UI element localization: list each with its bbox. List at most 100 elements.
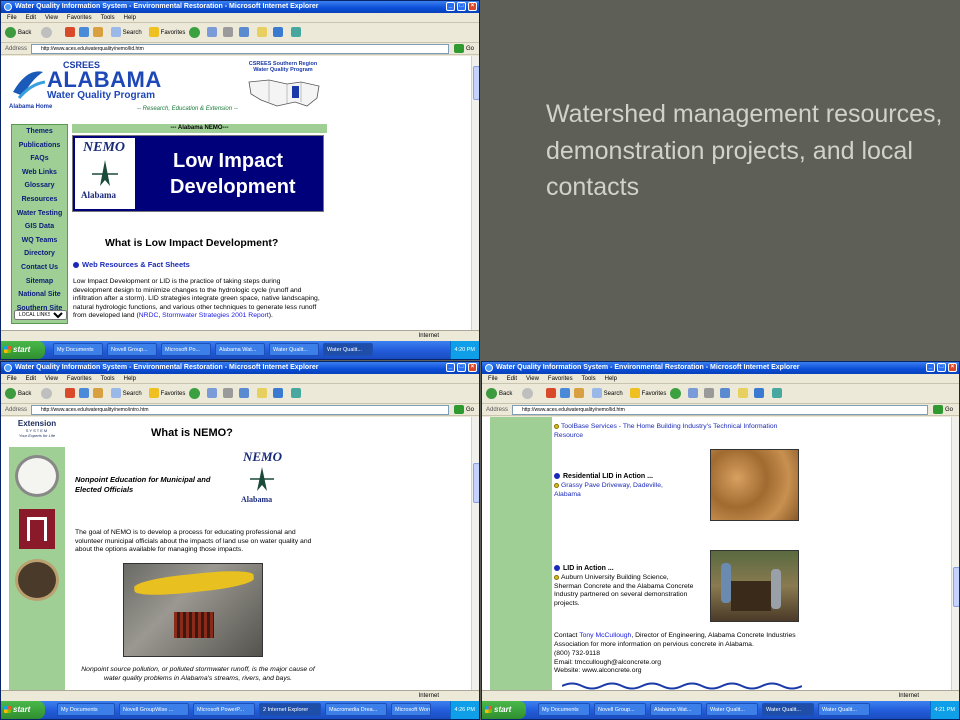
back-button[interactable]: Back xyxy=(486,388,512,400)
menu-view[interactable]: View xyxy=(45,376,58,382)
task-button[interactable]: My Documents xyxy=(57,703,115,716)
task-button[interactable]: 2 Internet Explorer xyxy=(259,703,321,716)
task-button[interactable]: Macromedia Drea... xyxy=(325,703,387,716)
nav-national-site[interactable]: National Site xyxy=(12,288,67,302)
nav-glossary[interactable]: Glossary xyxy=(12,179,67,193)
task-button[interactable]: Water Qualit... xyxy=(818,703,870,716)
maximize-icon[interactable]: □ xyxy=(457,363,466,372)
search-button[interactable]: Search xyxy=(111,388,142,400)
task-button[interactable]: Water Qualit... xyxy=(323,343,373,356)
nav-contact-us[interactable]: Contact Us xyxy=(12,261,67,275)
mail-button[interactable] xyxy=(688,388,698,400)
favorites-button[interactable]: Favorites xyxy=(149,27,185,39)
stop-button[interactable] xyxy=(65,27,75,39)
go-button[interactable]: Go xyxy=(454,405,474,415)
nav-publications[interactable]: Publications xyxy=(12,139,67,153)
menu-view[interactable]: View xyxy=(526,376,539,382)
menu-help[interactable]: Help xyxy=(124,15,136,21)
close-icon[interactable]: × xyxy=(468,2,477,11)
task-button[interactable]: Novell Group... xyxy=(594,703,646,716)
task-button[interactable]: Water Qualit... xyxy=(762,703,814,716)
menu-tools[interactable]: Tools xyxy=(582,376,596,382)
search-button[interactable]: Search xyxy=(592,388,623,400)
mail-button[interactable] xyxy=(207,27,217,39)
local-links-select[interactable]: LOCAL LINKS xyxy=(14,310,67,320)
address-input[interactable]: http://www.aces.edu/waterquality/nemo/li… xyxy=(512,405,928,415)
resources-link[interactable]: Web Resources & Fact Sheets xyxy=(73,260,190,269)
task-button[interactable]: Novell GroupWise ... xyxy=(119,703,189,716)
messenger-button[interactable] xyxy=(754,388,764,400)
edit-button[interactable] xyxy=(720,388,730,400)
history-button[interactable] xyxy=(670,388,683,400)
go-button[interactable]: Go xyxy=(933,405,953,415)
scroll-thumb[interactable] xyxy=(473,66,479,100)
stop-button[interactable] xyxy=(65,388,75,400)
menu-file[interactable]: File xyxy=(7,15,17,21)
favorites-button[interactable]: Favorites xyxy=(630,388,666,400)
grassy-pave-link[interactable]: Grassy Pave Driveway, Dadeville, Alabama xyxy=(554,482,684,499)
favorites-button[interactable]: Favorites xyxy=(149,388,185,400)
nav-wq-teams[interactable]: WQ Teams xyxy=(12,234,67,248)
menu-view[interactable]: View xyxy=(45,15,58,21)
forward-button[interactable] xyxy=(41,27,54,39)
minimize-icon[interactable]: _ xyxy=(446,2,455,11)
address-input[interactable]: http://www.aces.edu/waterquality/nemo/li… xyxy=(31,44,449,54)
menu-edit[interactable]: Edit xyxy=(26,376,36,382)
messenger-button[interactable] xyxy=(273,388,283,400)
search-button[interactable]: Search xyxy=(111,27,142,39)
close-icon[interactable]: × xyxy=(468,363,477,372)
task-button[interactable]: My Documents xyxy=(538,703,590,716)
title-bar[interactable]: Water Quality Information System - Envir… xyxy=(482,362,959,374)
address-input[interactable]: http://www.aces.edu/waterquality/nemo/in… xyxy=(31,405,449,415)
nav-resources[interactable]: Resources xyxy=(12,193,67,207)
menu-file[interactable]: File xyxy=(7,376,17,382)
menu-favorites[interactable]: Favorites xyxy=(67,15,92,21)
scrollbar[interactable] xyxy=(471,56,479,330)
title-bar[interactable]: Water Quality Information System - Envir… xyxy=(1,362,479,374)
menu-tools[interactable]: Tools xyxy=(101,376,115,382)
minimize-icon[interactable]: _ xyxy=(446,363,455,372)
history-button[interactable] xyxy=(189,388,202,400)
history-button[interactable] xyxy=(189,27,202,39)
task-button[interactable]: Alabama Wat... xyxy=(650,703,702,716)
back-button[interactable]: Back xyxy=(5,27,31,39)
go-button[interactable]: Go xyxy=(454,44,474,54)
maximize-icon[interactable]: □ xyxy=(937,363,946,372)
nav-themes[interactable]: Themes xyxy=(12,125,67,139)
scrollbar[interactable] xyxy=(951,417,959,690)
home-button[interactable] xyxy=(93,388,103,400)
task-button[interactable]: Alabama Wat... xyxy=(215,343,265,356)
print-button[interactable] xyxy=(704,388,714,400)
title-bar[interactable]: Water Quality Information System - Envir… xyxy=(1,1,479,13)
discuss-button[interactable] xyxy=(257,27,267,39)
toolbase-link[interactable]: ToolBase Services - The Home Building In… xyxy=(554,423,804,440)
home-button[interactable] xyxy=(574,388,584,400)
task-button[interactable]: Water Qualit... xyxy=(269,343,319,356)
maximize-icon[interactable]: □ xyxy=(457,2,466,11)
home-button[interactable] xyxy=(93,27,103,39)
discuss-button[interactable] xyxy=(738,388,748,400)
task-button[interactable]: Novell Group... xyxy=(107,343,157,356)
print-button[interactable] xyxy=(223,388,233,400)
refresh-button[interactable] xyxy=(560,388,570,400)
menu-favorites[interactable]: Favorites xyxy=(548,376,573,382)
research-button[interactable] xyxy=(772,388,782,400)
scroll-thumb[interactable] xyxy=(953,567,959,607)
nav-faqs[interactable]: FAQs xyxy=(12,152,67,166)
edit-button[interactable] xyxy=(239,388,249,400)
menu-help[interactable]: Help xyxy=(605,376,617,382)
menu-edit[interactable]: Edit xyxy=(26,15,36,21)
start-button[interactable]: start xyxy=(1,341,45,359)
forward-button[interactable] xyxy=(522,388,535,400)
menu-favorites[interactable]: Favorites xyxy=(67,376,92,382)
nav-web-links[interactable]: Web Links xyxy=(12,166,67,180)
research-button[interactable] xyxy=(291,27,301,39)
discuss-button[interactable] xyxy=(257,388,267,400)
menu-help[interactable]: Help xyxy=(124,376,136,382)
refresh-button[interactable] xyxy=(79,27,89,39)
menu-tools[interactable]: Tools xyxy=(101,15,115,21)
alabama-home-link[interactable]: Alabama Home xyxy=(9,104,52,110)
mail-button[interactable] xyxy=(207,388,217,400)
contact-name-link[interactable]: Tony McCullough xyxy=(579,632,631,639)
nav-directory[interactable]: Directory xyxy=(12,247,67,261)
